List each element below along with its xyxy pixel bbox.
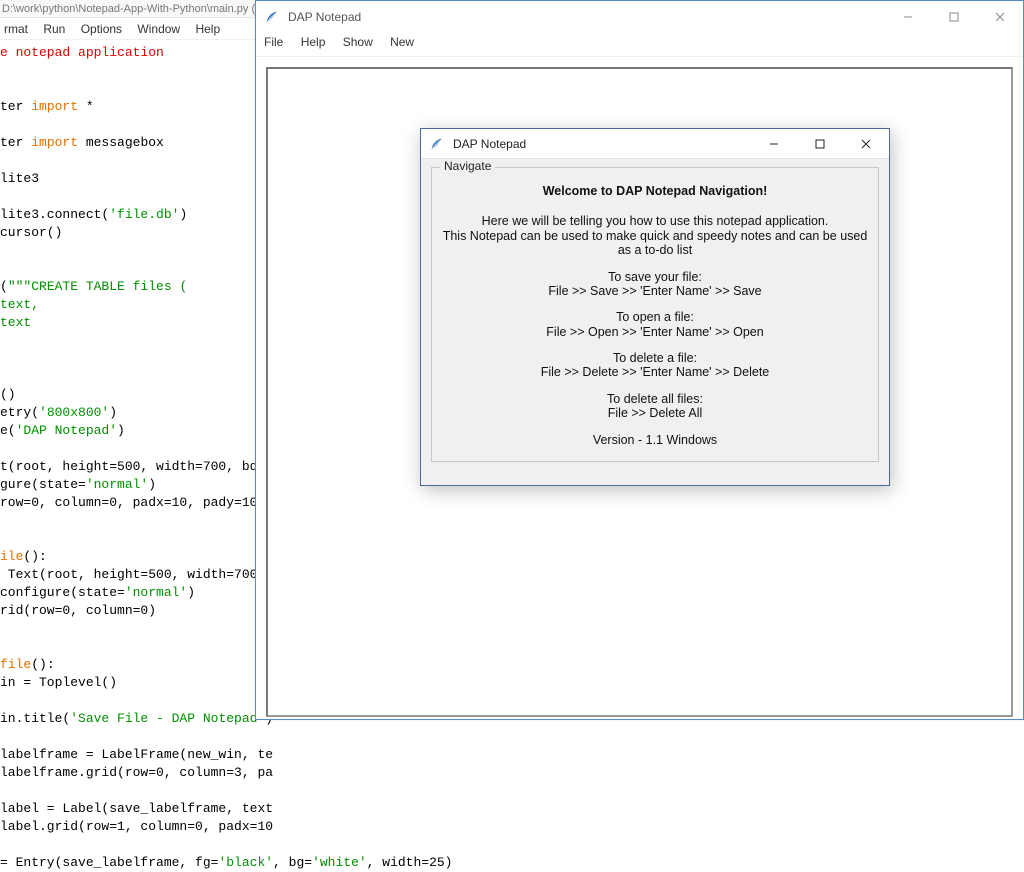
idle-menu-window[interactable]: Window (137, 22, 180, 36)
idle-menu-format[interactable]: rmat (4, 22, 28, 36)
maximize-button[interactable] (931, 1, 977, 33)
nav-open-heading: To open a file: (442, 310, 868, 324)
nav-save-line: File >> Save >> 'Enter Name' >> Save (442, 284, 868, 298)
window-controls (885, 1, 1023, 33)
feather-icon (429, 136, 445, 152)
dap-menubar: File Help Show New (256, 33, 1023, 57)
nav-heading: Welcome to DAP Notepad Navigation! (442, 184, 868, 198)
dialog-body: Navigate Welcome to DAP Notepad Navigati… (421, 159, 889, 472)
dialog-maximize-button[interactable] (797, 129, 843, 159)
nav-deleteall-line: File >> Delete All (442, 406, 868, 420)
nav-open-line: File >> Open >> 'Enter Name' >> Open (442, 325, 868, 339)
dap-menu-new[interactable]: New (390, 35, 414, 49)
idle-menu-run[interactable]: Run (43, 22, 65, 36)
feather-icon (264, 9, 280, 25)
dialog-titlebar[interactable]: DAP Notepad (421, 129, 889, 159)
minimize-button[interactable] (885, 1, 931, 33)
nav-save-heading: To save your file: (442, 270, 868, 284)
dialog-title-text: DAP Notepad (453, 137, 751, 151)
navigate-content: Welcome to DAP Notepad Navigation! Here … (442, 184, 868, 447)
navigate-labelframe: Navigate Welcome to DAP Notepad Navigati… (431, 167, 879, 462)
idle-menu-options[interactable]: Options (81, 22, 122, 36)
dap-title-text: DAP Notepad (288, 10, 885, 24)
navigate-dialog-window: DAP Notepad Navigate Welcome to DAP Note… (420, 128, 890, 486)
dialog-minimize-button[interactable] (751, 129, 797, 159)
nav-intro-line1: Here we will be telling you how to use t… (442, 214, 868, 228)
nav-delete-heading: To delete a file: (442, 351, 868, 365)
dialog-window-controls (751, 129, 889, 159)
nav-intro-line2: This Notepad can be used to make quick a… (442, 229, 868, 258)
dap-menu-help[interactable]: Help (301, 35, 326, 49)
nav-version: Version - 1.1 Windows (442, 433, 868, 447)
close-button[interactable] (977, 1, 1023, 33)
dap-titlebar[interactable]: DAP Notepad (256, 1, 1023, 33)
labelframe-label: Navigate (440, 159, 495, 173)
nav-deleteall-heading: To delete all files: (442, 392, 868, 406)
idle-menu-help[interactable]: Help (195, 22, 220, 36)
nav-delete-line: File >> Delete >> 'Enter Name' >> Delete (442, 365, 868, 379)
dap-menu-show[interactable]: Show (343, 35, 373, 49)
dialog-close-button[interactable] (843, 129, 889, 159)
dap-menu-file[interactable]: File (264, 35, 283, 49)
